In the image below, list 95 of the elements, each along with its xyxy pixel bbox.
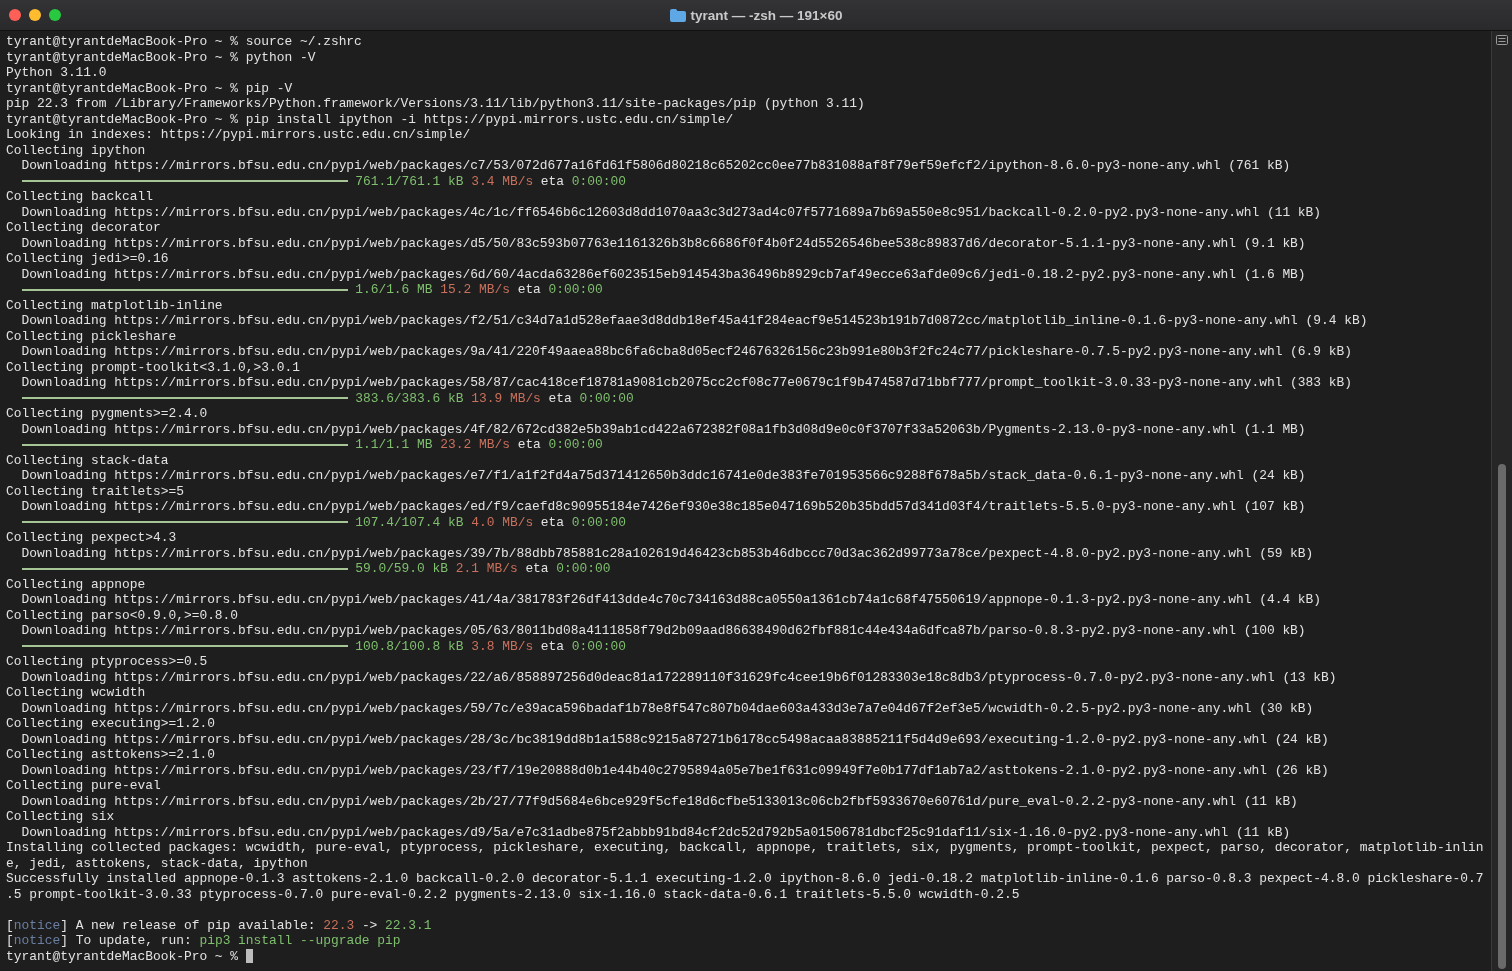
output-line: Downloading https://mirrors.bfsu.edu.cn/pypi/web/packages/d5/50/83c593b07763e1161326b3b8c6686f0f4b0f24d5526546bee538c89837d6/decorator-5.1.1-py3-none-any.whl (9.1 kB) (20, 235, 1306, 251)
eta-time: 0:00:00 (556, 561, 611, 577)
output-line: Downloading https://mirrors.bfsu.edu.cn/pypi/web/packages/e7/f1/a1f2fd4a75d371412650b3ddc16741e0de383fe701953566c9288f678a5b/stack_data-0.6.1-py3-none-any.whl (24 kB) (20, 468, 1306, 484)
output-line: Collecting backcall (6, 189, 153, 205)
download-speed: 4.0 MB/s (471, 514, 534, 530)
eta-label: eta (540, 173, 565, 189)
download-size: 100.8/100.8 kB (355, 638, 464, 654)
output-line: Downloading https://mirrors.bfsu.edu.cn/pypi/web/packages/22/a6/858897256d0deac81a172289110f31629fc4cee19b6f01283303e18c8db3/ptyprocess-0.7.0-py2.py3-none-any.whl (13 kB) (20, 669, 1337, 685)
minimize-button[interactable] (29, 9, 41, 21)
output-line: Collecting appnope (6, 576, 146, 592)
notice-tag: notice (13, 933, 61, 949)
notice-text: [ (6, 917, 14, 933)
output-line: Downloading https://mirrors.bfsu.edu.cn/pypi/web/packages/2b/27/77f9d5684e6bce929f5cfe18d6cfbe5133013c06cb2fbf5933670e60761d/pure_eval-0.2.2-py3-none-any.whl (11 kB) (20, 793, 1298, 809)
download-speed: 2.1 MB/s (455, 561, 518, 577)
output-line: e, jedi, asttokens, stack-data, ipython (6, 855, 308, 871)
output-line: tyrant@tyrantdeMacBook-Pro ~ % pip install ipython -i https://pypi.mirrors.ustc.edu.cn/simple/ (6, 111, 734, 127)
output-line: Collecting prompt-toolkit<3.1.0,>3.0.1 (6, 359, 300, 375)
download-size: 107.4/107.4 kB (355, 514, 464, 530)
prompt-text: tyrant@tyrantdeMacBook-Pro ~ % (6, 948, 239, 964)
output-line: Downloading https://mirrors.bfsu.edu.cn/pypi/web/packages/58/87/cac418cef18781a9081cb2075cc2cf08c77e0679c1f9b474587d71bbf777/prompt_toolkit-3.0.33-py3-none-any.whl (383 kB) (20, 375, 1352, 391)
output-line: Collecting pygments>=2.4.0 (6, 406, 208, 422)
close-button[interactable] (9, 9, 21, 21)
eta-label: eta (548, 390, 572, 406)
notice-text: ] A new release of pip available: (60, 917, 316, 933)
output-line: Collecting ptyprocess>=0.5 (6, 654, 208, 670)
eta-time: 0:00:00 (548, 437, 603, 453)
output-line: Downloading https://mirrors.bfsu.edu.cn/pypi/web/packages/39/7b/88dbb785881c28a102619d46423cb853b46dbccc70d3ac362d99773a78ce/pexpect-4.8.0-py2.py3-none-any.whl (59 kB) (20, 545, 1314, 561)
eta-label: eta (540, 514, 565, 530)
output-line: Collecting traitlets>=5 (6, 483, 184, 499)
output-line: Collecting ipython (6, 142, 146, 158)
output-line: Downloading https://mirrors.bfsu.edu.cn/pypi/web/packages/c7/53/072d677a16fd61f5806d80218c65202cc0ee77b831088af8f79ef59efcf2/ipython-8.6.0-py3-none-any.whl (761 kB) (20, 158, 1291, 174)
output-line: Installing collected packages: wcwidth, pure-eval, ptyprocess, pickleshare, executing, backcall, appnope, traitlets, six, pygments, prompt-toolkit, pexpect, parso, decorator, matplotlib-inlin (6, 840, 1484, 856)
output-line: Downloading https://mirrors.bfsu.edu.cn/pypi/web/packages/28/3c/bc3819dd8b1a1588c9215a87271b6178cc5498acaa83885211f5d4d9e693/executing-1.2.0-py2.py3-none-any.whl (24 kB) (20, 731, 1329, 747)
output-line: Collecting matplotlib-inline (6, 297, 223, 313)
output-line: Downloading https://mirrors.bfsu.edu.cn/pypi/web/packages/f2/51/c34d7a1d528efaae3d8ddb18ef45a41f284eacf9e514523b191b7d0872cc/matplotlib_inline-0.1.6-py3-none-any.whl (9.4 kB) (20, 313, 1368, 329)
window-title: tyrant — -zsh — 191×60 (690, 7, 843, 23)
zoom-button[interactable] (49, 9, 61, 21)
download-speed: 3.8 MB/s (471, 638, 534, 654)
output-line: tyrant@tyrantdeMacBook-Pro ~ % python -V (6, 49, 316, 65)
output-line: Downloading https://mirrors.bfsu.edu.cn/pypi/web/packages/6d/60/4acda63286ef6023515eb914543ba36496b8929cb7af49ecce63afde09c6/jedi-0.18.2-py2.py3-none-any.whl (1.6 MB) (20, 266, 1306, 282)
output-line: .5 prompt-toolkit-3.0.33 ptyprocess-0.7.0 pure-eval-0.2.2 pygments-2.13.0 six-1.16.0 stack-data-0.6.1 traitlets-5.5.0 wcwidth-0.2.5 (6, 886, 1020, 902)
new-version: 22.3.1 (385, 917, 432, 933)
download-size: 1.6/1.6 MB (355, 282, 433, 298)
download-speed: 15.2 MB/s (440, 282, 510, 298)
output-line: Collecting decorator (6, 220, 161, 236)
output-line: Collecting wcwidth (6, 685, 146, 701)
output-line: pip 22.3 from /Library/Frameworks/Python.framework/Versions/3.11/lib/python3.11/site-packages/pip (python 3.11) (6, 96, 865, 112)
output-line: Collecting pickleshare (6, 328, 177, 344)
output-line: Collecting asttokens>=2.1.0 (6, 747, 215, 763)
scrollbar-thumb[interactable] (1498, 464, 1506, 969)
output-line: Collecting six (6, 809, 115, 825)
download-speed: 3.4 MB/s (471, 173, 534, 189)
old-version: 22.3 (323, 917, 355, 933)
output-line: Downloading https://mirrors.bfsu.edu.cn/pypi/web/packages/23/f7/19e20888d0b1e44b40c2795894a05e7be1f631c09949f7e0b177df1ab7a2/asttokens-2.1.0-py2.py3-none-any.whl (26 kB) (20, 762, 1329, 778)
notice-text: [ (6, 933, 14, 949)
eta-time: 0:00:00 (571, 514, 626, 530)
output-line: Successfully installed appnope-0.1.3 asttokens-2.1.0 backcall-0.2.0 decorator-5.1.1 executing-1.2.0 ipython-8.6.0 jedi-0.18.2 matplotlib-inline-0.1.6 parso-0.8.3 pexpect-4.8.0 pickleshare-0.7 (6, 871, 1484, 887)
download-size: 761.1/761.1 kB (355, 173, 464, 189)
eta-label: eta (517, 282, 541, 298)
eta-time: 0:00:00 (579, 390, 634, 406)
eta-time: 0:00:00 (571, 173, 626, 189)
output-line: Looking in indexes: https://pypi.mirrors.ustc.edu.cn/simple/ (6, 127, 471, 143)
output-line: Collecting jedi>=0.16 (6, 251, 169, 267)
output-line: Collecting parso<0.9.0,>=0.8.0 (6, 607, 239, 623)
eta-label: eta (517, 437, 541, 453)
output-line: Collecting pure-eval (6, 778, 161, 794)
download-size: 59.0/59.0 kB (355, 561, 448, 577)
output-line: Downloading https://mirrors.bfsu.edu.cn/pypi/web/packages/4c/1c/ff6546b6c12603d8dd1070aa3c3d273ad4c07f5771689a7b69a550e8c951/backcall-0.2.0-py2.py3-none-any.whl (11 kB) (20, 204, 1322, 220)
new-version: pip3 install --upgrade pip (199, 933, 401, 949)
output-line: tyrant@tyrantdeMacBook-Pro ~ % pip -V (6, 80, 293, 96)
output-line: Downloading https://mirrors.bfsu.edu.cn/pypi/web/packages/59/7c/e39aca596badaf1b78e8f547c807b04dae603a433d3e7a7e04d67f2ef3e5/wcwidth-0.2.5-py2.py3-none-any.whl (30 kB) (20, 700, 1314, 716)
download-size: 1.1/1.1 MB (355, 437, 433, 453)
output-line: Downloading https://mirrors.bfsu.edu.cn/pypi/web/packages/d9/5a/e7c31adbe875f2abbb91bd84cf2dc52d792b5a01506781dbcf25c91daf11/six-1.16.0-py2.py3-none-any.whl (11 kB) (20, 824, 1291, 840)
output-line: Downloading https://mirrors.bfsu.edu.cn/pypi/web/packages/9a/41/220f49aaea88bc6fa6cba8d05ecf24676326156c23b991e80b3f2fc24c77/pickleshare-0.7.5-py2.py3-none-any.whl (6.9 kB) (20, 344, 1352, 360)
output-line: Python 3.11.0 (6, 65, 107, 81)
notice-tag: notice (13, 917, 61, 933)
split-pane-icon[interactable] (1496, 35, 1508, 45)
download-speed: 13.9 MB/s (471, 390, 541, 406)
download-speed: 23.2 MB/s (440, 437, 510, 453)
notice-text: -> (361, 917, 378, 933)
eta-label: eta (540, 638, 565, 654)
eta-time: 0:00:00 (548, 282, 603, 298)
notice-text: ] To update, run: (60, 933, 192, 949)
download-size: 383.6/383.6 kB (355, 390, 464, 406)
eta-time: 0:00:00 (571, 638, 626, 654)
output-line: Downloading https://mirrors.bfsu.edu.cn/pypi/web/packages/41/4a/381783f26df413dde4c70c734163d88ca0550a1361cb74a1c68f47550619/appnope-0.1.3-py2.py3-none-any.whl (4.4 kB) (20, 592, 1322, 608)
output-line: tyrant@tyrantdeMacBook-Pro ~ % source ~/.zshrc (6, 34, 362, 50)
output-line: Collecting executing>=1.2.0 (6, 716, 215, 732)
output-line: Downloading https://mirrors.bfsu.edu.cn/pypi/web/packages/ed/f9/caefd8c90955184e7426ef930e38c185e047169b520b35bdd57d341d03f4/traitlets-5.5.0-py3-none-any.whl (107 kB) (20, 499, 1306, 515)
eta-label: eta (525, 561, 549, 577)
output-line: Downloading https://mirrors.bfsu.edu.cn/pypi/web/packages/4f/82/672cd382e5b39ab1cd422a672382f08a1fb3d08d9e0c0f3707f33a52063b/Pygments-2.13.0-py3-none-any.whl (1.1 MB) (20, 421, 1306, 437)
output-line: Downloading https://mirrors.bfsu.edu.cn/pypi/web/packages/05/63/8011bd08a4111858f79d2b09aad86638490d62fbf881c44e434a6dfca87b/parso-0.8.3-py2.py3-none-any.whl (100 kB) (20, 623, 1306, 639)
output-line: Collecting pexpect>4.3 (6, 530, 177, 546)
folder-icon (669, 8, 686, 22)
output-line: Collecting stack-data (6, 452, 169, 468)
